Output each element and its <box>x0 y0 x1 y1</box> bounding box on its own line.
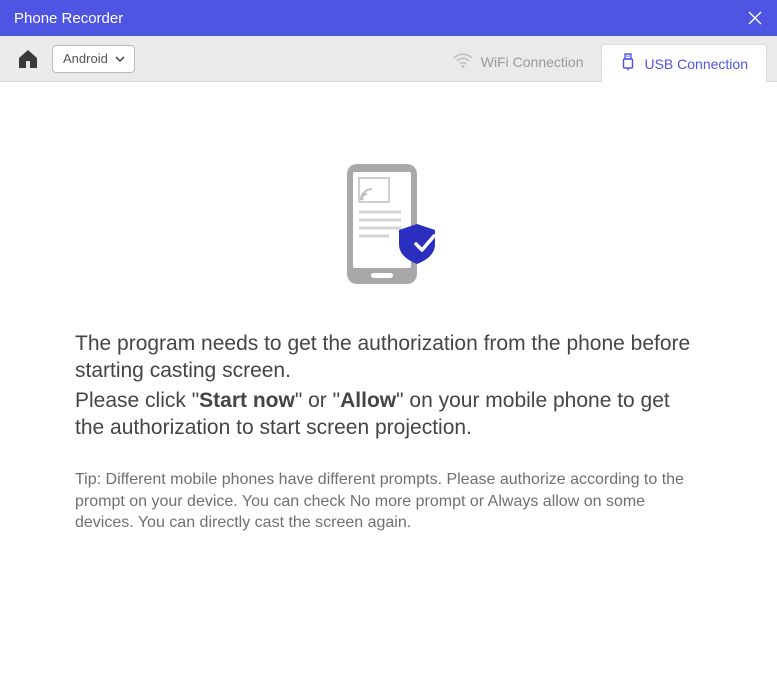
close-icon <box>747 10 763 26</box>
tab-usb-connection[interactable]: USB Connection <box>601 44 767 82</box>
toolbar: Android WiFi Connection <box>0 36 777 82</box>
message-main: The program needs to get the authorizati… <box>75 330 702 385</box>
tab-wifi-label: WiFi Connection <box>481 54 584 70</box>
platform-select[interactable]: Android <box>52 45 135 73</box>
tab-wifi-connection[interactable]: WiFi Connection <box>435 43 602 81</box>
tip-text: Tip: Different mobile phones have differ… <box>75 469 702 534</box>
content-area: The program needs to get the authorizati… <box>0 82 777 534</box>
home-button[interactable] <box>10 41 46 77</box>
message-bold-allow: Allow <box>340 389 396 412</box>
chevron-down-icon <box>114 53 126 65</box>
phone-illustration <box>75 162 702 290</box>
wifi-icon <box>453 53 473 72</box>
connection-tabs: WiFi Connection USB Connection <box>435 36 767 81</box>
message-bold-start-now: Start now <box>199 389 295 412</box>
close-button[interactable] <box>747 10 763 26</box>
message-action: Please click "Start now" or "Allow" on y… <box>75 387 702 442</box>
platform-label: Android <box>63 51 108 66</box>
message-prefix: Please click " <box>75 389 199 412</box>
titlebar: Phone Recorder <box>0 0 777 36</box>
message-mid: " or " <box>295 389 340 412</box>
home-icon <box>16 47 40 71</box>
usb-icon <box>620 53 636 74</box>
window-title: Phone Recorder <box>14 10 123 27</box>
tab-usb-label: USB Connection <box>644 56 748 72</box>
